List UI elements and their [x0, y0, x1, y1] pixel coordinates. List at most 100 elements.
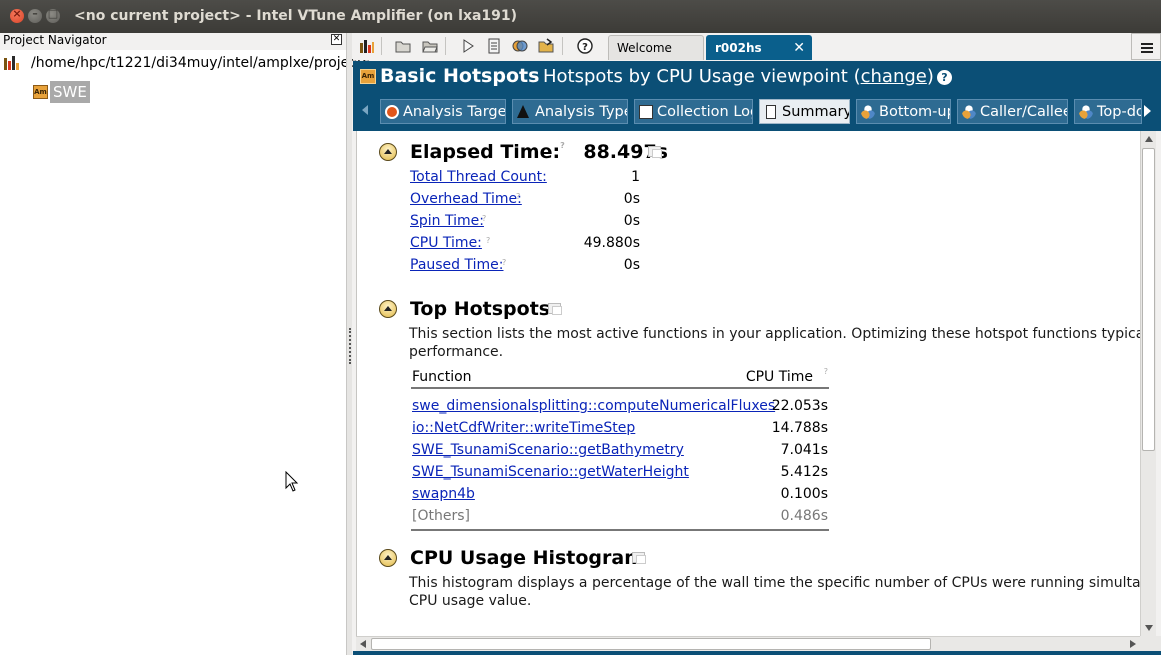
window-minimize-button[interactable]: – [28, 7, 42, 23]
function-link[interactable]: SWE_TsunamiScenario::getBathymetry [412, 442, 684, 458]
new-analysis-icon[interactable] [486, 38, 502, 54]
amplifier-project-icon: Am [33, 85, 48, 99]
help-mark-icon[interactable]: ? [486, 236, 490, 245]
tab-welcome-label: Welcome [617, 41, 672, 55]
start-analysis-icon[interactable] [460, 38, 476, 54]
help-mark-icon[interactable]: ? [502, 258, 506, 267]
result-tab-bar: Welcome r002hs ✕ [600, 33, 1130, 61]
help-mark-icon[interactable]: ? [560, 141, 565, 150]
copy-icon[interactable] [632, 552, 646, 564]
projects-root-item[interactable]: /home/hpc/t1221/di34muy/intel/amplxe/pro… [4, 53, 370, 75]
top-hotspots-title: Top Hotspots [410, 298, 551, 320]
horizontal-scrollbar[interactable] [356, 636, 1140, 651]
cpu-time-value: 49.880s [583, 235, 640, 251]
elapsed-time-title: Elapsed Time:? 88.497s [410, 141, 668, 163]
viewpoint-help-icon[interactable]: ? [937, 70, 952, 85]
scroll-right-icon[interactable] [1144, 105, 1151, 117]
change-viewpoint-link[interactable]: change [861, 66, 927, 87]
horizontal-scroll-thumb[interactable] [371, 638, 931, 650]
tab-top-down-label: Top-do [1097, 104, 1142, 120]
project-navigator-title: Project Navigator [3, 33, 107, 47]
tab-caller-callee[interactable]: Caller/Callee [957, 99, 1068, 124]
cpu-time-cell: 7.041s [780, 442, 828, 458]
summary-content: Elapsed Time:? 88.497s Total Thread Coun… [356, 131, 1140, 636]
hotspots-summary-icon[interactable] [359, 38, 375, 54]
menu-button[interactable] [1131, 33, 1161, 60]
tab-analysis-type-label: Analysis Type [535, 104, 628, 120]
vertical-scrollbar[interactable] [1140, 131, 1156, 636]
elapsed-time-label: Elapsed Time: [410, 141, 561, 163]
tab-summary[interactable]: Summary [759, 99, 850, 124]
help-mark-icon[interactable]: ? [516, 192, 520, 201]
tab-analysis-type[interactable]: Analysis Type [512, 99, 628, 124]
cpu-time-cell: 14.788s [771, 420, 828, 436]
top-down-icon [1079, 105, 1093, 119]
tab-welcome[interactable]: Welcome [608, 35, 704, 60]
scroll-down-icon[interactable] [1145, 625, 1153, 631]
spin-time-link[interactable]: Spin Time: [410, 213, 484, 229]
top-hotspots-description: This section lists the most active funct… [409, 325, 1140, 361]
overhead-time-link[interactable]: Overhead Time: [410, 191, 522, 207]
compare-icon[interactable] [512, 38, 528, 54]
function-link[interactable]: swe_dimensionalsplitting::computeNumeric… [412, 398, 775, 414]
window-titlebar: × – □ <no current project> - Intel VTune… [0, 0, 1161, 33]
help-mark-icon[interactable]: ? [824, 367, 828, 376]
cpu-histogram-description-line1: This histogram displays a percentage of … [409, 575, 1140, 591]
scroll-up-icon[interactable] [1145, 136, 1153, 142]
cpu-time-cell: 22.053s [771, 398, 828, 414]
tab-collection-log[interactable]: Collection Log [634, 99, 753, 124]
scroll-left-arrow-icon[interactable] [360, 640, 366, 648]
project-navigator-pane: Project Navigator ✕ /home/hpc/t1221/di34… [0, 33, 370, 655]
total-thread-count-value: 1 [631, 169, 640, 185]
tab-bottom-up[interactable]: Bottom-up [856, 99, 951, 124]
svg-text:?: ? [582, 42, 588, 53]
close-tab-icon[interactable]: ✕ [793, 36, 805, 60]
tab-analysis-target[interactable]: Analysis Target [380, 99, 506, 124]
collapse-cpu-histogram-icon[interactable] [379, 549, 397, 567]
summary-icon [766, 105, 776, 119]
paused-time-link[interactable]: Paused Time: [410, 257, 504, 273]
close-icon[interactable]: ✕ [331, 34, 342, 45]
window-close-button[interactable]: × [10, 7, 24, 23]
column-header-cpu-time[interactable]: CPU Time [746, 369, 813, 385]
target-icon [385, 105, 399, 119]
viewpoint-suffix: ) [926, 66, 934, 87]
pane-splitter[interactable] [346, 33, 352, 655]
function-link[interactable]: io::NetCdfWriter::writeTimeStep [412, 420, 635, 436]
cpu-time-cell: 0.100s [780, 486, 828, 502]
spin-time-value: 0s [623, 213, 640, 229]
top-hotspots-description-line2: performance. [409, 344, 504, 360]
tab-r002hs[interactable]: r002hs ✕ [706, 35, 812, 60]
function-link[interactable]: swapn4b [412, 486, 475, 502]
collection-log-icon [639, 105, 653, 119]
window-title: <no current project> - Intel VTune Ampli… [74, 8, 518, 24]
tab-collection-log-label: Collection Log [657, 104, 753, 120]
collapse-top-hotspots-icon[interactable] [379, 300, 397, 318]
table-bottom-rule [411, 529, 829, 531]
total-thread-count-link[interactable]: Total Thread Count: [410, 169, 547, 185]
paused-time-value: 0s [623, 257, 640, 273]
window-maximize-button[interactable]: □ [46, 7, 60, 23]
scroll-right-arrow-icon[interactable] [1130, 640, 1136, 648]
help-icon[interactable]: ? [577, 38, 593, 54]
vertical-scroll-thumb[interactable] [1142, 148, 1155, 451]
cpu-time-link[interactable]: CPU Time: [410, 235, 482, 251]
copy-icon[interactable] [548, 303, 562, 315]
main-toolbar: ? [353, 33, 600, 60]
cpu-histogram-description-line2: CPU usage value. [409, 593, 532, 609]
new-project-icon[interactable] [395, 38, 411, 54]
table-row: SWE_TsunamiScenario::getWaterHeight 5.41… [411, 461, 829, 483]
function-link[interactable]: SWE_TsunamiScenario::getWaterHeight [412, 464, 689, 480]
open-result-icon[interactable] [538, 38, 554, 54]
open-project-icon[interactable] [422, 38, 438, 54]
help-mark-icon[interactable]: ? [482, 214, 486, 223]
column-header-function[interactable]: Function [412, 369, 472, 385]
caller-callee-icon [962, 105, 976, 119]
projects-folder-icon [4, 56, 19, 70]
scroll-left-icon[interactable] [362, 105, 368, 115]
tab-caller-callee-label: Caller/Callee [980, 104, 1068, 120]
collapse-elapsed-icon[interactable] [379, 143, 397, 161]
tab-top-down[interactable]: Top-do [1074, 99, 1142, 124]
table-row: swapn4b 0.100s [411, 483, 829, 505]
copy-icon[interactable] [648, 146, 662, 158]
